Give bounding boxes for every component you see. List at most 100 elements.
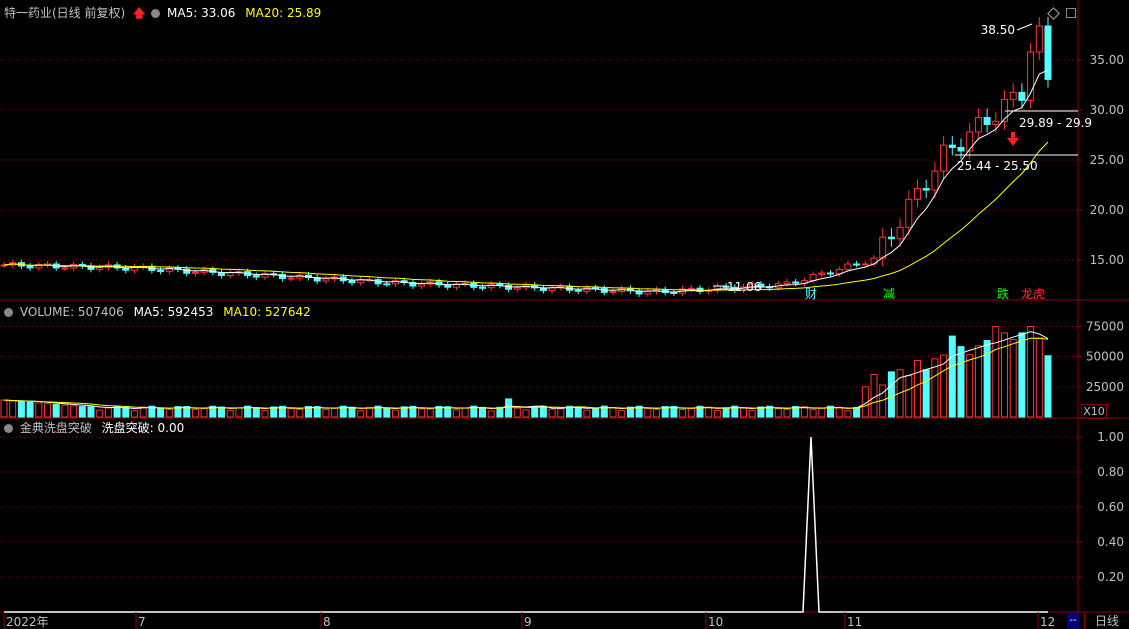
vol-ma5-label: MA5: 592453 <box>133 305 214 319</box>
indicator-value-label: 洗盘突破: 0.00 <box>101 421 185 435</box>
indicator-label: 金典洗盘突破 <box>19 421 92 435</box>
price-axis-tick-label: 25.00 <box>1090 153 1124 167</box>
candle-body <box>1001 98 1008 122</box>
volume-bar <box>835 406 843 418</box>
candle-body <box>983 117 991 125</box>
volume-bar <box>1044 355 1052 418</box>
volume-bar <box>418 408 426 418</box>
candle-body <box>609 290 617 293</box>
price-axis-tick-label: 15.00 <box>1090 253 1124 267</box>
chart-title: 特一药业(日线 前复权) <box>4 6 126 20</box>
date-axis-label: 7 <box>138 615 146 629</box>
date-axis-label: 11 <box>847 615 862 629</box>
candle-body <box>879 236 887 259</box>
period-tab[interactable]: 日线 <box>1084 613 1129 629</box>
candle-body <box>1018 91 1026 101</box>
indicator-axis-tick-label: 0.60 <box>1097 500 1124 514</box>
volume-bar <box>52 403 60 418</box>
candle-body <box>922 188 930 191</box>
vol-ma10-label: MA10: 527642 <box>223 305 311 319</box>
volume-bar <box>35 402 43 418</box>
high-price-pointer <box>1016 23 1033 31</box>
volume-bar <box>966 354 974 418</box>
volume-bar <box>618 410 626 418</box>
volume-bar <box>348 406 356 418</box>
zone-lower-label: 25.44 - 25.50 <box>957 159 1038 173</box>
volume-bar <box>557 408 565 418</box>
volume-bar <box>9 400 17 418</box>
indicator-axis-tick-label: 0.80 <box>1097 465 1124 479</box>
candle-body <box>157 269 165 272</box>
volume-bar <box>818 407 826 418</box>
volume-bar <box>722 407 730 418</box>
settings-dot-icon[interactable] <box>151 9 161 18</box>
volume-bar <box>740 407 747 418</box>
window-toggle-icon[interactable] <box>1066 8 1076 18</box>
high-price-label: 38.50 <box>981 23 1015 37</box>
candle-body <box>818 272 826 275</box>
event-marker: 减 <box>883 287 895 301</box>
candle-body <box>191 271 199 274</box>
candle-body <box>226 272 234 276</box>
date-axis-label: 2022年 <box>6 615 49 629</box>
low-price-label: 11.06 <box>727 280 761 294</box>
volume-bar <box>531 406 539 418</box>
event-marker: 财 <box>805 287 817 301</box>
settings-dot-icon[interactable] <box>4 424 13 433</box>
candle-body <box>940 144 948 172</box>
volume-bar <box>70 405 78 418</box>
candle-body <box>1009 91 1017 100</box>
volume-bar <box>87 406 95 418</box>
volume-bar <box>574 406 582 418</box>
volume-bar <box>957 346 965 418</box>
volume-bar <box>922 369 930 418</box>
date-axis-label: 10 <box>708 615 723 629</box>
candle-body <box>670 291 678 294</box>
settings-dot-icon[interactable] <box>4 308 13 317</box>
ma5-line <box>3 69 1049 293</box>
volume-bar <box>705 406 713 418</box>
x10-label: X10 <box>1081 404 1107 419</box>
candle-body <box>887 236 895 240</box>
volume-bar <box>809 409 817 418</box>
scroll-marker[interactable]: -- <box>1067 613 1079 629</box>
volume-bar <box>157 407 165 418</box>
volume-bar <box>905 375 913 418</box>
volume-bar <box>452 409 460 418</box>
volume-axis-tick-label: 50000 <box>1086 350 1124 364</box>
volume-label: VOLUME: 507406 <box>19 305 124 319</box>
candle-body <box>487 283 495 289</box>
volume-bar <box>357 410 365 418</box>
candle-body <box>974 117 982 133</box>
candle-body <box>574 289 582 292</box>
volume-bar <box>461 407 469 418</box>
candle-body <box>418 283 426 287</box>
volume-bar <box>131 410 138 418</box>
candle-body <box>783 281 791 285</box>
candle-body <box>992 120 1000 125</box>
candle-body <box>1035 25 1043 53</box>
price-axis-tick-label: 20.00 <box>1090 203 1124 217</box>
volume-bar <box>505 398 513 418</box>
zone-upper-label: 29.89 - 29.9 <box>1019 116 1092 130</box>
candle-body <box>252 275 260 278</box>
candle-body <box>896 226 904 240</box>
candle-body <box>479 286 486 289</box>
candle-body <box>861 263 869 266</box>
volume-bar <box>653 409 660 418</box>
indicator-axis-tick-label: 0.40 <box>1097 535 1124 549</box>
indicator-line <box>4 436 1048 613</box>
candle-body <box>322 278 330 282</box>
candle-body <box>61 267 69 270</box>
volume-bar <box>609 407 617 418</box>
candle-body <box>287 277 295 280</box>
candle-body <box>966 131 974 152</box>
volume-bar <box>1009 339 1017 418</box>
volume-bar <box>844 410 852 418</box>
volume-bar <box>383 407 391 418</box>
buy-arrow-icon <box>1007 132 1019 146</box>
volume-bar <box>235 407 243 418</box>
volume-bar <box>392 409 399 418</box>
up-arrow-icon: 🡅 <box>133 6 146 20</box>
price-axis-tick-label: 30.00 <box>1090 103 1124 117</box>
